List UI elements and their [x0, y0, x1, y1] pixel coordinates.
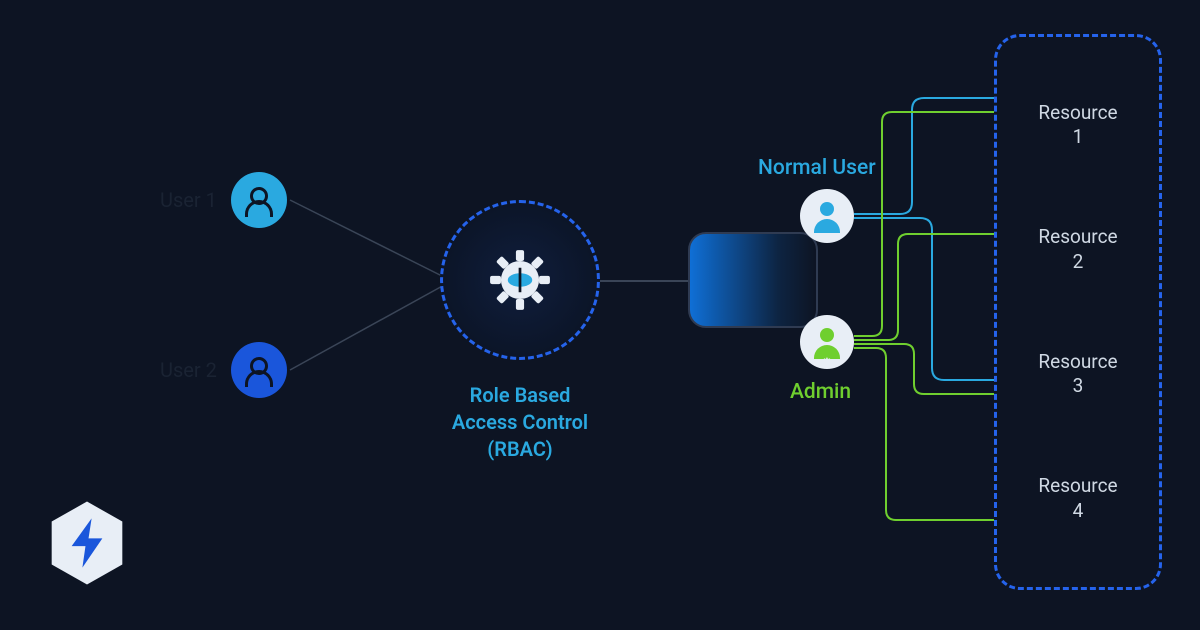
- resource-3-number: 3: [1073, 374, 1084, 397]
- resources-panel: Resource 1 Resource 2 Resource 3 Resourc…: [994, 34, 1162, 590]
- person-icon: [244, 185, 274, 215]
- resource-4-number: 4: [1073, 499, 1084, 522]
- resource-1-label: Resource: [1038, 101, 1117, 124]
- rbac-title-line2: Access Control: [452, 410, 588, 434]
- admin-avatar: ⚙: [800, 315, 854, 369]
- resource-4: Resource 4: [997, 474, 1159, 523]
- resource-1: Resource 1: [997, 101, 1159, 150]
- person-icon: [810, 325, 844, 359]
- user-1-avatar: [231, 172, 287, 228]
- user-1-label: User 1: [160, 188, 217, 212]
- user-1: User 1: [160, 172, 287, 228]
- resource-1-number: 1: [1073, 125, 1084, 148]
- resource-2: Resource 2: [997, 225, 1159, 274]
- resource-2-number: 2: [1073, 250, 1084, 273]
- roles-container: [688, 232, 818, 328]
- admin-label: Admin: [790, 380, 851, 404]
- diagram-canvas: User 1 User 2: [0, 0, 1200, 630]
- gear-icon: [486, 246, 554, 314]
- normal-user-avatar: [800, 189, 854, 243]
- resource-3-label: Resource: [1038, 350, 1117, 373]
- rbac-title-line1: Role Based: [470, 383, 571, 407]
- rbac-title: Role Based Access Control (RBAC): [440, 382, 600, 463]
- rbac-node: [440, 200, 600, 360]
- gear-icon: ⚙: [821, 356, 833, 371]
- person-icon: [244, 355, 274, 385]
- rbac-title-line3: (RBAC): [487, 437, 552, 461]
- resource-4-label: Resource: [1038, 474, 1117, 497]
- user-2-label: User 2: [160, 358, 217, 382]
- brand-logo: [48, 500, 126, 586]
- user-2-avatar: [231, 342, 287, 398]
- normal-user-label: Normal User: [758, 156, 876, 180]
- person-icon: [810, 199, 844, 233]
- resource-2-label: Resource: [1038, 225, 1117, 248]
- resource-3: Resource 3: [997, 350, 1159, 399]
- user-2: User 2: [160, 342, 287, 398]
